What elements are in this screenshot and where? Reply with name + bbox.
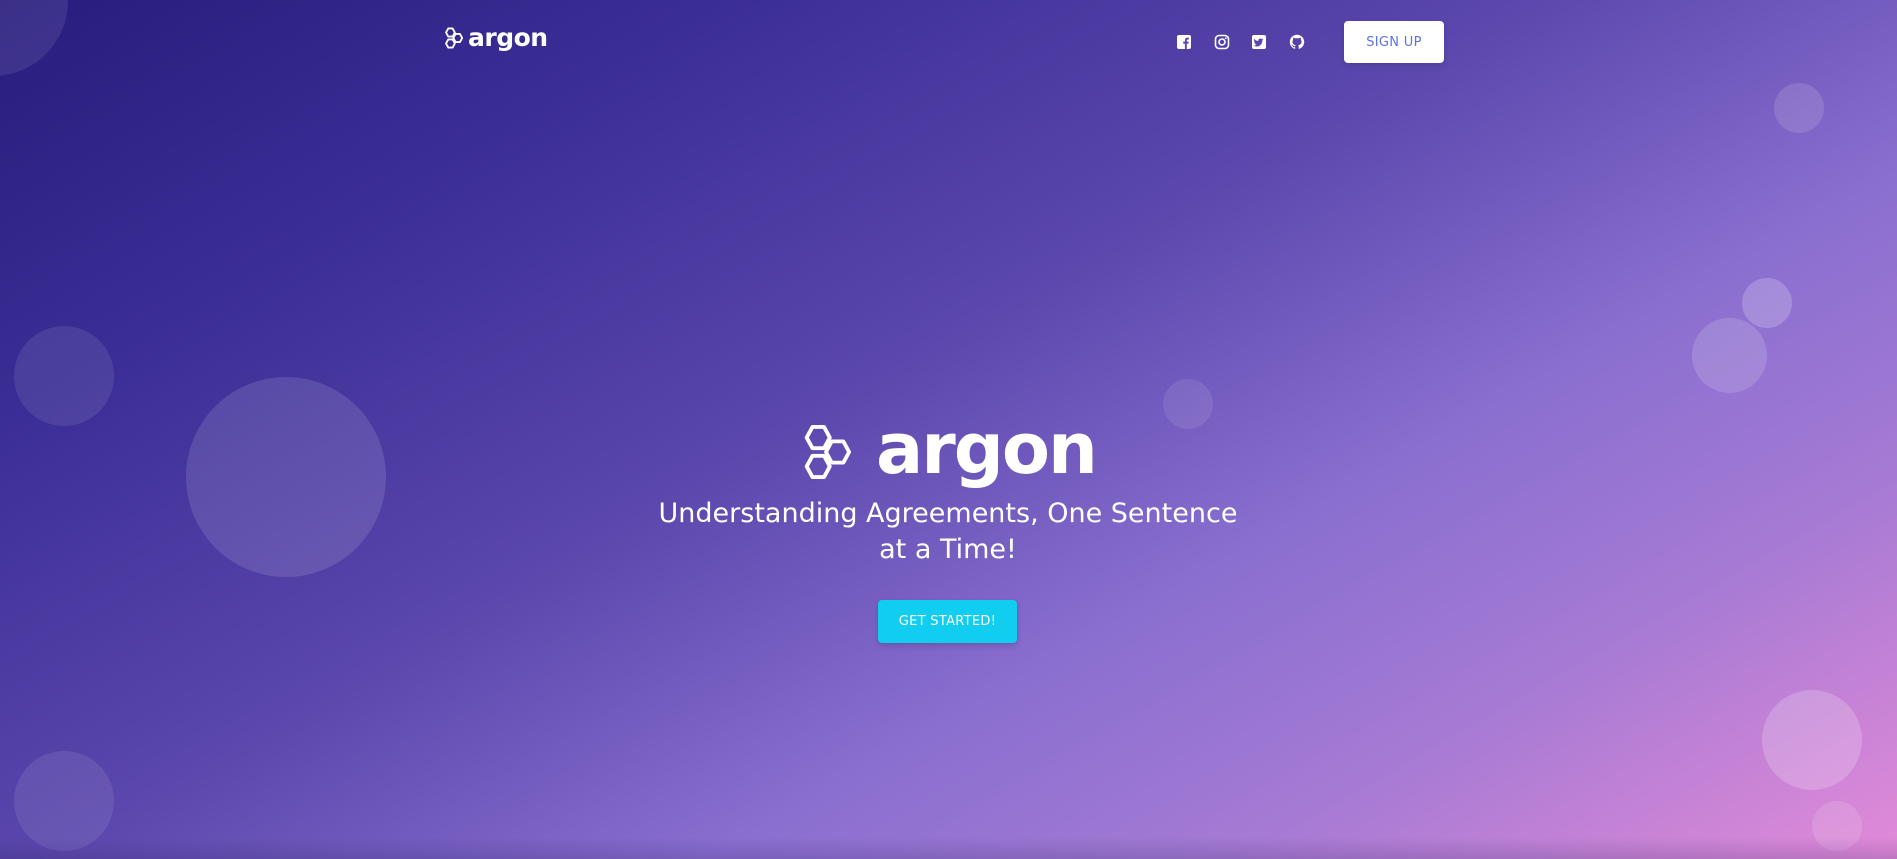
decorative-circle <box>1742 278 1792 328</box>
navbar-brand-link[interactable]: argon <box>442 25 548 50</box>
facebook-icon <box>1177 35 1191 49</box>
decorative-circle <box>1762 690 1862 790</box>
github-link[interactable] <box>1288 33 1306 51</box>
decorative-circle <box>1812 801 1862 851</box>
instagram-icon <box>1214 34 1230 50</box>
decorative-circle <box>0 0 68 76</box>
decorative-circle <box>186 377 386 577</box>
decorative-circle <box>1692 318 1767 393</box>
hexagon-logo-icon <box>445 27 464 48</box>
hero-brand-name: argon <box>876 408 1098 490</box>
facebook-link[interactable] <box>1175 33 1193 51</box>
hero-tagline: Understanding Agreements, One Sentence a… <box>658 498 1238 565</box>
decorative-circle <box>14 751 114 851</box>
decorative-circle <box>1774 83 1824 133</box>
hero-section: argon SIGN UP argon Understanding Agreem… <box>0 0 1897 859</box>
hexagon-logo-icon <box>804 424 852 480</box>
decorative-circle <box>1163 379 1213 429</box>
instagram-link[interactable] <box>1213 33 1231 51</box>
hero-logo: argon <box>796 414 1098 484</box>
github-icon <box>1289 34 1305 49</box>
twitter-link[interactable] <box>1250 33 1268 51</box>
twitter-icon <box>1252 35 1266 49</box>
signup-button[interactable]: SIGN UP <box>1344 21 1444 63</box>
decorative-circle <box>14 326 114 426</box>
brand-name: argon <box>468 23 548 52</box>
get-started-button[interactable]: GET STARTED! <box>878 600 1017 643</box>
